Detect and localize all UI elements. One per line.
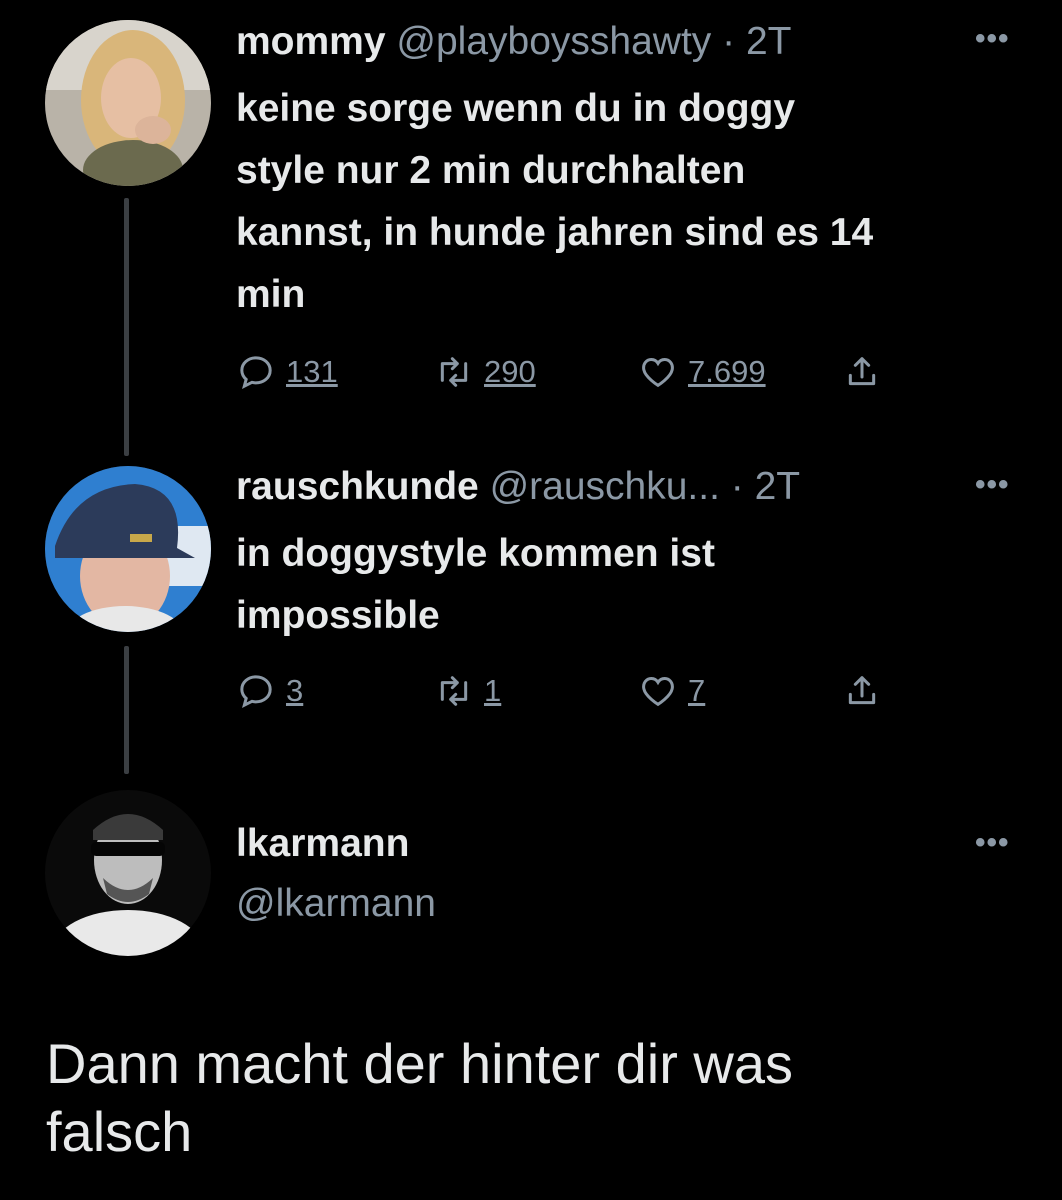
main-tweet-name: lkarmann: [236, 820, 409, 868]
like-icon: [642, 357, 674, 388]
tweet-text-line: falsch: [46, 1100, 193, 1163]
tweet-text-line: min: [236, 273, 306, 316]
reply-button[interactable]: 131: [236, 352, 338, 392]
retweet-icon: [440, 357, 468, 387]
more-icon[interactable]: •••: [975, 826, 1010, 860]
avatar[interactable]: [45, 466, 211, 632]
retweet-button[interactable]: 1: [434, 671, 501, 711]
main-tweet-text: Dann macht der hinter dir was falsch: [46, 1030, 1006, 1166]
tweet-actions: 131 290 7.699: [236, 352, 936, 402]
tweet-time[interactable]: · 2T: [731, 465, 800, 508]
tweet-text-line: kannst, in hunde jahren sind es 14: [236, 211, 874, 254]
tweet-text-line: style nur 2 min durchhalten: [236, 149, 746, 192]
reply-icon: [240, 356, 272, 390]
avatar[interactable]: [45, 790, 211, 956]
thread-line: [124, 646, 129, 774]
thread-line: [124, 198, 129, 456]
tweet-text-line: Dann macht der hinter dir was: [46, 1032, 794, 1095]
tweet-text-line: keine sorge wenn du in doggy: [236, 87, 796, 130]
reply-count: 3: [286, 673, 304, 708]
user-handle[interactable]: @lkarmann: [236, 882, 436, 925]
tweet-actions: 3 1 7: [236, 671, 936, 721]
avatar[interactable]: [45, 20, 211, 186]
share-button[interactable]: [842, 671, 882, 711]
user-handle[interactable]: @rauschku...: [490, 465, 720, 508]
reply-icon: [240, 675, 272, 709]
retweet-button[interactable]: 290: [434, 352, 536, 392]
more-icon[interactable]: •••: [975, 22, 1010, 56]
tweet-text: keine sorge wenn du in doggy style nur 2…: [236, 78, 1036, 326]
retweet-count: 1: [484, 673, 502, 708]
tweet-text-line: impossible: [236, 594, 440, 637]
like-button[interactable]: 7: [638, 671, 705, 711]
like-count: 7: [688, 673, 706, 708]
like-count: 7.699: [688, 354, 766, 389]
tweet-text: in doggystyle kommen ist impossible: [236, 523, 1036, 647]
like-button[interactable]: 7.699: [638, 352, 766, 392]
share-icon: [848, 676, 876, 705]
reply-count: 131: [286, 354, 338, 389]
retweet-icon: [440, 676, 468, 706]
share-button[interactable]: [842, 352, 882, 392]
tweet-time[interactable]: · 2T: [722, 20, 791, 63]
tweet-header: rauschkunde @rauschku... · 2T: [236, 463, 800, 511]
tweet-text-line: in doggystyle kommen ist: [236, 532, 715, 575]
tweet-header: mommy @playboysshawty · 2T: [236, 18, 791, 66]
display-name[interactable]: rauschkunde: [236, 465, 479, 508]
main-tweet-handle: @lkarmann: [236, 880, 436, 928]
retweet-count: 290: [484, 354, 536, 389]
reply-button[interactable]: 3: [236, 671, 303, 711]
share-icon: [848, 357, 876, 386]
more-icon[interactable]: •••: [975, 468, 1010, 502]
display-name[interactable]: lkarmann: [236, 822, 409, 865]
like-icon: [642, 676, 674, 707]
user-handle[interactable]: @playboysshawty: [396, 20, 711, 63]
display-name[interactable]: mommy: [236, 20, 386, 63]
